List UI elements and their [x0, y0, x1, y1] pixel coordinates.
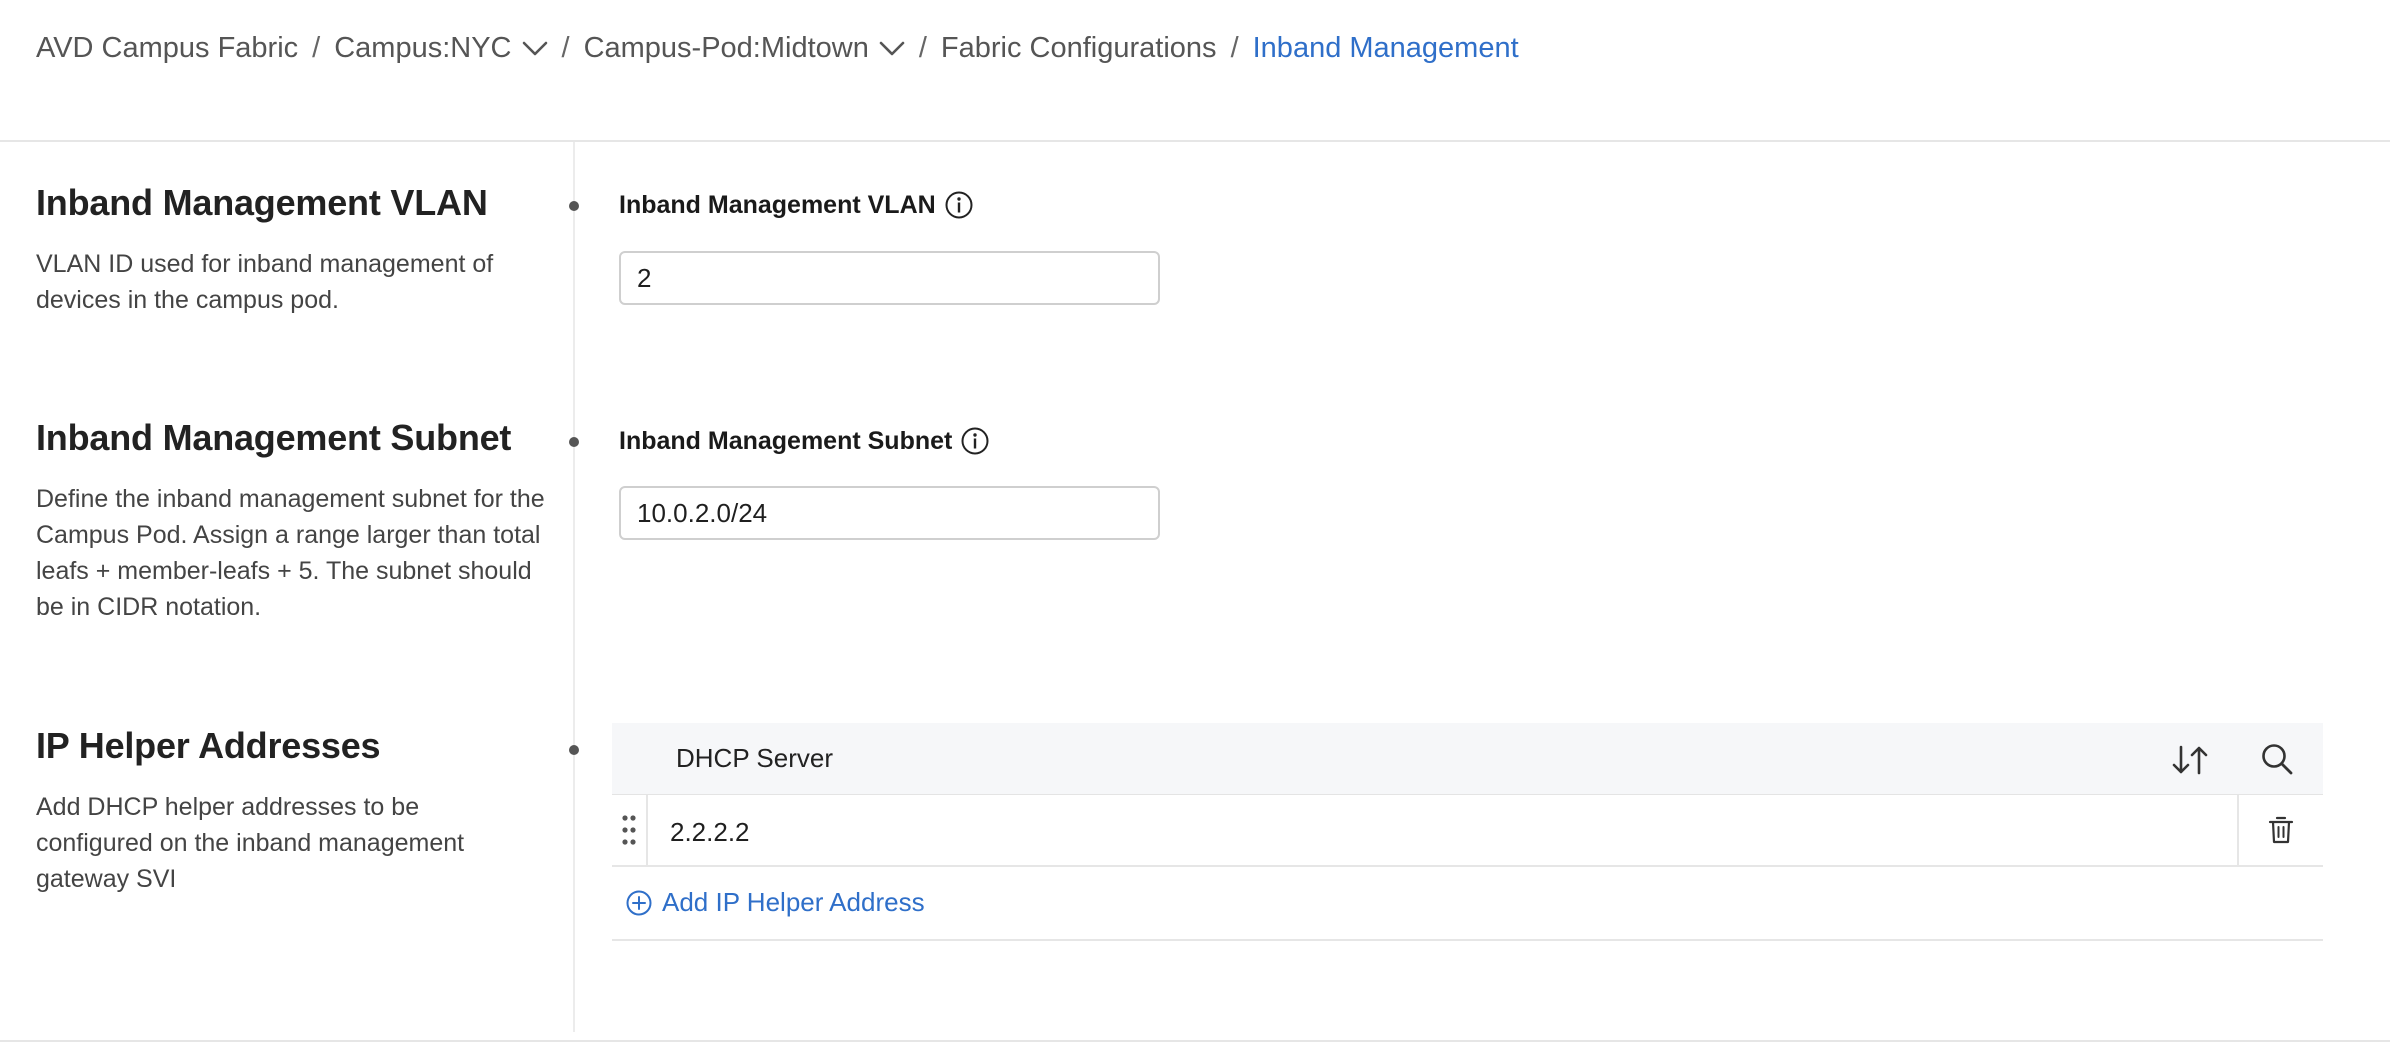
plus-circle-icon [626, 890, 652, 915]
breadcrumb-item-campus-pod[interactable]: Campus-Pod:Midtown [584, 32, 905, 65]
section-info: Inband Management VLAN VLAN ID used for … [36, 182, 536, 318]
add-ip-helper-button[interactable]: Add IP Helper Address [626, 887, 925, 918]
table-header: DHCP Server [612, 723, 2323, 795]
section-description: Define the inband management subnet for … [36, 485, 545, 621]
field-label-text: Inband Management Subnet [619, 426, 953, 455]
section-title: IP Helper Addresses [36, 725, 381, 766]
table-row: 2.2.2.2 [612, 795, 2323, 867]
section-divider-line [573, 142, 575, 1032]
section-title: Inband Management VLAN [36, 182, 488, 223]
section-info: Inband Management Subnet Define the inba… [36, 417, 545, 625]
breadcrumb-separator: / [1230, 32, 1239, 64]
timeline-dot [569, 437, 579, 447]
breadcrumb-item-fabric-configurations[interactable]: Fabric Configurations [941, 32, 1217, 65]
breadcrumb-item-inband-management: Inband Management [1252, 32, 1519, 64]
search-icon[interactable] [2259, 741, 2295, 777]
section-description: VLAN ID used for inband management of de… [36, 250, 494, 314]
delete-row-button[interactable] [2237, 795, 2323, 865]
ip-helper-table: DHCP Server 2.2.2.2 Add IP Helper Addres… [612, 723, 2323, 941]
breadcrumb-item-campus[interactable]: Campus:NYC [334, 32, 547, 65]
trash-icon [2268, 816, 2294, 844]
breadcrumb-item-label: Campus:NYC [334, 32, 512, 64]
section-info: IP Helper Addresses Add DHCP helper addr… [36, 725, 536, 897]
info-icon[interactable] [960, 426, 990, 456]
subnet-field-label: Inband Management Subnet [619, 426, 990, 456]
dhcp-server-value[interactable]: 2.2.2.2 [670, 817, 750, 848]
section-description: Add DHCP helper addresses to be configur… [36, 793, 465, 893]
breadcrumb-separator: / [918, 32, 927, 64]
section-title: Inband Management Subnet [36, 417, 512, 458]
vlan-id-input[interactable] [619, 251, 1160, 305]
sort-icon[interactable] [2170, 743, 2210, 777]
vlan-field-label: Inband Management VLAN [619, 190, 974, 220]
field-label-text: Inband Management VLAN [619, 190, 936, 219]
breadcrumb-separator: / [561, 32, 570, 64]
subnet-input[interactable] [619, 486, 1160, 540]
breadcrumb-item-label: Campus-Pod:Midtown [583, 32, 869, 64]
column-header-dhcp-server: DHCP Server [676, 743, 834, 773]
add-ip-helper-label: Add IP Helper Address [662, 887, 925, 917]
drag-handle-icon [622, 815, 636, 845]
drag-handle[interactable] [612, 795, 648, 865]
page-header: AVD Campus Fabric / Campus:NYC / Campus-… [0, 0, 2390, 142]
chevron-down-icon[interactable] [522, 40, 548, 58]
timeline-dot [569, 745, 579, 755]
breadcrumb: AVD Campus Fabric / Campus:NYC / Campus-… [36, 32, 1519, 65]
breadcrumb-item-avd-campus-fabric[interactable]: AVD Campus Fabric [36, 32, 298, 65]
bottom-border [0, 1040, 2390, 1042]
timeline-dot [569, 201, 579, 211]
info-icon[interactable] [944, 190, 974, 220]
add-row-container: Add IP Helper Address [612, 867, 2323, 941]
chevron-down-icon[interactable] [879, 40, 905, 58]
breadcrumb-separator: / [312, 32, 321, 64]
